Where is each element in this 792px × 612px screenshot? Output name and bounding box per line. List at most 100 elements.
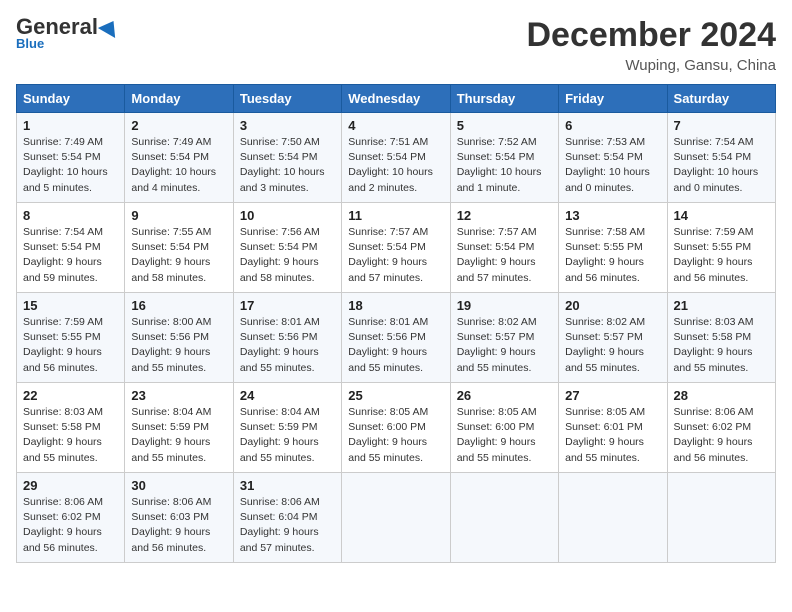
calendar-cell: 3 Sunrise: 7:50 AMSunset: 5:54 PMDaylight…: [233, 113, 341, 203]
day-number: 23: [131, 388, 226, 403]
calendar-cell: [342, 473, 450, 563]
day-info: Sunrise: 8:01 AMSunset: 5:56 PMDaylight:…: [240, 315, 335, 376]
calendar-cell: 1 Sunrise: 7:49 AMSunset: 5:54 PMDaylight…: [17, 113, 125, 203]
day-number: 14: [674, 208, 769, 223]
day-number: 6: [565, 118, 660, 133]
day-number: 28: [674, 388, 769, 403]
calendar-cell: 17 Sunrise: 8:01 AMSunset: 5:56 PMDayligh…: [233, 293, 341, 383]
day-info: Sunrise: 8:01 AMSunset: 5:56 PMDaylight:…: [348, 315, 443, 376]
day-number: 21: [674, 298, 769, 313]
day-number: 3: [240, 118, 335, 133]
logo-general: General: [16, 16, 98, 38]
calendar-cell: 22Sunrise: 8:03 AMSunset: 5:58 PMDayligh…: [17, 383, 125, 473]
calendar-cell: 26Sunrise: 8:05 AMSunset: 6:00 PMDayligh…: [450, 383, 558, 473]
day-info: Sunrise: 7:57 AMSunset: 5:54 PMDaylight:…: [457, 225, 552, 286]
col-header-saturday: Saturday: [667, 85, 775, 113]
day-info: Sunrise: 8:05 AMSunset: 6:00 PMDaylight:…: [348, 405, 443, 466]
day-info: Sunrise: 8:03 AMSunset: 5:58 PMDaylight:…: [674, 315, 769, 376]
calendar-cell: 10 Sunrise: 7:56 AMSunset: 5:54 PMDayligh…: [233, 203, 341, 293]
day-number: 1: [23, 118, 118, 133]
day-number: 8: [23, 208, 118, 223]
calendar-table: SundayMondayTuesdayWednesdayThursdayFrid…: [16, 84, 776, 563]
title-block: December 2024 Wuping, Gansu, China: [526, 16, 776, 74]
calendar-cell: 21 Sunrise: 8:03 AMSunset: 5:58 PMDayligh…: [667, 293, 775, 383]
day-number: 16: [131, 298, 226, 313]
calendar-cell: 31Sunrise: 8:06 AMSunset: 6:04 PMDayligh…: [233, 473, 341, 563]
location: Wuping, Gansu, China: [526, 57, 776, 74]
day-info: Sunrise: 7:56 AMSunset: 5:54 PMDaylight:…: [240, 225, 335, 286]
day-number: 12: [457, 208, 552, 223]
day-number: 18: [348, 298, 443, 313]
calendar-cell: 25 Sunrise: 8:05 AMSunset: 6:00 PMDayligh…: [342, 383, 450, 473]
day-number: 24: [240, 388, 335, 403]
day-info: Sunrise: 8:06 AMSunset: 6:02 PMDaylight:…: [674, 405, 769, 466]
page-header: General Blue December 2024 Wuping, Gansu…: [16, 16, 776, 74]
day-info: Sunrise: 7:51 AMSunset: 5:54 PMDaylight:…: [348, 135, 443, 196]
day-number: 15: [23, 298, 118, 313]
day-number: 25: [348, 388, 443, 403]
col-header-sunday: Sunday: [17, 85, 125, 113]
day-info: Sunrise: 7:53 AMSunset: 5:54 PMDaylight:…: [565, 135, 660, 196]
calendar-cell: 11 Sunrise: 7:57 AMSunset: 5:54 PMDayligh…: [342, 203, 450, 293]
col-header-tuesday: Tuesday: [233, 85, 341, 113]
day-info: Sunrise: 8:06 AMSunset: 6:02 PMDaylight:…: [23, 495, 118, 556]
col-header-wednesday: Wednesday: [342, 85, 450, 113]
day-info: Sunrise: 7:54 AMSunset: 5:54 PMDaylight:…: [674, 135, 769, 196]
day-info: Sunrise: 8:05 AMSunset: 6:01 PMDaylight:…: [565, 405, 660, 466]
day-info: Sunrise: 7:58 AMSunset: 5:55 PMDaylight:…: [565, 225, 660, 286]
day-info: Sunrise: 8:04 AMSunset: 5:59 PMDaylight:…: [240, 405, 335, 466]
calendar-cell: 18 Sunrise: 8:01 AMSunset: 5:56 PMDayligh…: [342, 293, 450, 383]
week-row-4: 22Sunrise: 8:03 AMSunset: 5:58 PMDayligh…: [17, 383, 776, 473]
logo-blue: Blue: [16, 36, 44, 51]
calendar-cell: 14 Sunrise: 7:59 AMSunset: 5:55 PMDayligh…: [667, 203, 775, 293]
logo-icon: [98, 16, 122, 38]
calendar-header-row: SundayMondayTuesdayWednesdayThursdayFrid…: [17, 85, 776, 113]
day-info: Sunrise: 7:50 AMSunset: 5:54 PMDaylight:…: [240, 135, 335, 196]
day-info: Sunrise: 7:57 AMSunset: 5:54 PMDaylight:…: [348, 225, 443, 286]
day-info: Sunrise: 7:52 AMSunset: 5:54 PMDaylight:…: [457, 135, 552, 196]
day-number: 13: [565, 208, 660, 223]
day-number: 4: [348, 118, 443, 133]
day-info: Sunrise: 7:49 AMSunset: 5:54 PMDaylight:…: [23, 135, 118, 196]
calendar-cell: 28 Sunrise: 8:06 AMSunset: 6:02 PMDayligh…: [667, 383, 775, 473]
calendar-cell: 4 Sunrise: 7:51 AMSunset: 5:54 PMDaylight…: [342, 113, 450, 203]
col-header-monday: Monday: [125, 85, 233, 113]
day-number: 29: [23, 478, 118, 493]
calendar-cell: 30 Sunrise: 8:06 AMSunset: 6:03 PMDayligh…: [125, 473, 233, 563]
week-row-5: 29 Sunrise: 8:06 AMSunset: 6:02 PMDayligh…: [17, 473, 776, 563]
day-number: 30: [131, 478, 226, 493]
day-number: 9: [131, 208, 226, 223]
col-header-thursday: Thursday: [450, 85, 558, 113]
day-number: 11: [348, 208, 443, 223]
day-number: 17: [240, 298, 335, 313]
week-row-3: 15Sunrise: 7:59 AMSunset: 5:55 PMDayligh…: [17, 293, 776, 383]
day-number: 27: [565, 388, 660, 403]
calendar-cell: 7Sunrise: 7:54 AMSunset: 5:54 PMDaylight…: [667, 113, 775, 203]
day-info: Sunrise: 8:06 AMSunset: 6:03 PMDaylight:…: [131, 495, 226, 556]
calendar-cell: 23Sunrise: 8:04 AMSunset: 5:59 PMDayligh…: [125, 383, 233, 473]
calendar-cell: 8 Sunrise: 7:54 AMSunset: 5:54 PMDaylight…: [17, 203, 125, 293]
day-info: Sunrise: 7:54 AMSunset: 5:54 PMDaylight:…: [23, 225, 118, 286]
calendar-cell: [667, 473, 775, 563]
calendar-cell: 29 Sunrise: 8:06 AMSunset: 6:02 PMDayligh…: [17, 473, 125, 563]
calendar-cell: 5Sunrise: 7:52 AMSunset: 5:54 PMDaylight…: [450, 113, 558, 203]
day-info: Sunrise: 7:55 AMSunset: 5:54 PMDaylight:…: [131, 225, 226, 286]
calendar-cell: 24 Sunrise: 8:04 AMSunset: 5:59 PMDayligh…: [233, 383, 341, 473]
calendar-cell: 12 Sunrise: 7:57 AMSunset: 5:54 PMDayligh…: [450, 203, 558, 293]
month-title: December 2024: [526, 16, 776, 55]
day-number: 2: [131, 118, 226, 133]
day-number: 19: [457, 298, 552, 313]
day-number: 26: [457, 388, 552, 403]
day-info: Sunrise: 8:02 AMSunset: 5:57 PMDaylight:…: [457, 315, 552, 376]
day-number: 31: [240, 478, 335, 493]
day-info: Sunrise: 7:59 AMSunset: 5:55 PMDaylight:…: [674, 225, 769, 286]
calendar-cell: 13 Sunrise: 7:58 AMSunset: 5:55 PMDayligh…: [559, 203, 667, 293]
week-row-2: 8 Sunrise: 7:54 AMSunset: 5:54 PMDaylight…: [17, 203, 776, 293]
calendar-cell: 9 Sunrise: 7:55 AMSunset: 5:54 PMDaylight…: [125, 203, 233, 293]
calendar-cell: 6 Sunrise: 7:53 AMSunset: 5:54 PMDaylight…: [559, 113, 667, 203]
day-info: Sunrise: 8:02 AMSunset: 5:57 PMDaylight:…: [565, 315, 660, 376]
week-row-1: 1 Sunrise: 7:49 AMSunset: 5:54 PMDaylight…: [17, 113, 776, 203]
logo: General Blue: [16, 16, 120, 51]
calendar-cell: 15Sunrise: 7:59 AMSunset: 5:55 PMDayligh…: [17, 293, 125, 383]
day-number: 10: [240, 208, 335, 223]
